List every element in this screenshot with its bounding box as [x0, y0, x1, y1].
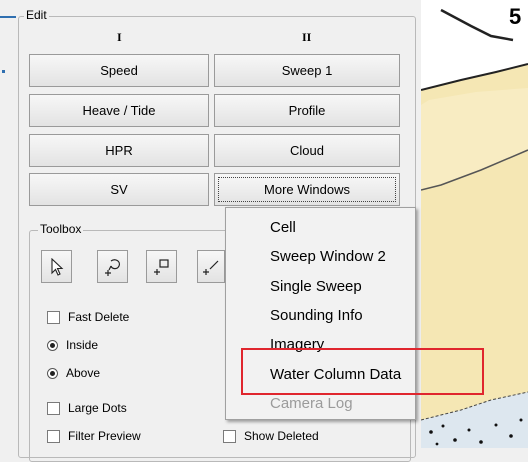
fast-delete-box[interactable] [47, 310, 60, 324]
large-dots-box[interactable] [47, 401, 60, 415]
hpr-button[interactable]: HPR [29, 134, 209, 167]
line-add-icon [203, 260, 219, 275]
menu-item-sounding-info[interactable]: Sounding Info [270, 307, 363, 324]
sweep1-button[interactable]: Sweep 1 [214, 54, 400, 87]
menu-item-camera-log: Camera Log [270, 395, 353, 412]
map-label: 5 [509, 4, 522, 29]
inside-radio-dot[interactable] [47, 339, 58, 351]
column-header-2: II [302, 30, 312, 44]
filter-preview-label: Filter Preview [68, 429, 141, 443]
panel-accent-line [0, 16, 16, 18]
pointer-icon [50, 257, 63, 276]
inside-radio[interactable]: Inside [47, 338, 98, 352]
above-radio[interactable]: Above [47, 366, 100, 380]
show-deleted-label: Show Deleted [244, 429, 319, 443]
fast-delete-checkbox[interactable]: Fast Delete [47, 310, 129, 324]
sv-button[interactable]: SV [29, 173, 209, 206]
above-radio-dot[interactable] [47, 367, 58, 379]
more-windows-button[interactable]: More Windows [214, 173, 400, 206]
line-add-tool[interactable] [197, 250, 225, 283]
show-deleted-checkbox[interactable]: Show Deleted [223, 429, 319, 443]
filter-preview-checkbox[interactable]: Filter Preview [47, 429, 141, 443]
rectangle-add-icon [153, 258, 169, 275]
large-dots-checkbox[interactable]: Large Dots [47, 401, 127, 415]
cloud-button[interactable]: Cloud [214, 134, 400, 167]
fast-delete-label: Fast Delete [68, 310, 130, 324]
toolbox-legend: Toolbox [38, 222, 84, 236]
profile-button[interactable]: Profile [214, 94, 400, 127]
lasso-add-icon [104, 258, 120, 276]
water-column-highlight-box [241, 348, 484, 395]
pointer-tool[interactable] [41, 250, 72, 283]
rectangle-add-tool[interactable] [146, 250, 177, 283]
edit-legend: Edit [24, 8, 49, 22]
panel-accent-dot [2, 70, 5, 73]
show-deleted-box[interactable] [223, 429, 236, 443]
speed-button[interactable]: Speed [29, 54, 209, 87]
lasso-add-tool[interactable] [97, 250, 128, 283]
menu-item-sweep-window-2[interactable]: Sweep Window 2 [270, 248, 386, 265]
above-label: Above [66, 366, 101, 380]
menu-item-single-sweep[interactable]: Single Sweep [270, 278, 362, 295]
menu-item-cell[interactable]: Cell [270, 219, 296, 236]
large-dots-label: Large Dots [68, 401, 127, 415]
heave-tide-button[interactable]: Heave / Tide [29, 94, 209, 127]
column-header-1: I [117, 30, 122, 44]
inside-label: Inside [66, 338, 99, 352]
filter-preview-box[interactable] [47, 429, 60, 443]
